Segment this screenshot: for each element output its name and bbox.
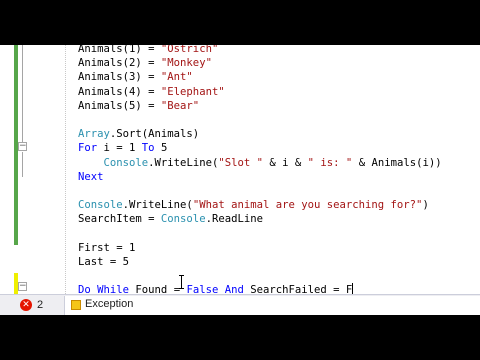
code-token: ) bbox=[422, 199, 429, 212]
collapse-toggle-icon[interactable]: − bbox=[18, 282, 27, 291]
code-token: Animals(4) = bbox=[78, 85, 161, 98]
code-token-kw: And bbox=[224, 284, 244, 294]
code-token: SearchItem = bbox=[78, 213, 161, 226]
outline-line bbox=[22, 45, 23, 147]
editor-gutter: − − bbox=[0, 45, 27, 294]
code-line[interactable]: Animals(3) = "Ant" bbox=[78, 70, 193, 84]
code-token-str: "Ant" bbox=[160, 71, 193, 84]
code-token: Found = bbox=[129, 284, 187, 294]
code-line[interactable]: Console.WriteLine("Slot " & i & " is: " … bbox=[78, 156, 442, 170]
letterbox-bottom bbox=[0, 315, 480, 360]
code-token: Animals(2) = bbox=[78, 57, 161, 70]
code-line[interactable]: First = 1 bbox=[78, 241, 135, 255]
code-line[interactable]: Animals(2) = "Monkey" bbox=[78, 56, 212, 70]
code-line[interactable]: Next bbox=[78, 170, 104, 184]
code-line[interactable]: Console.WriteLine("What animal are you s… bbox=[78, 198, 429, 212]
code-editor[interactable]: − − Animals(1) = "Ostrich" Animals(2) = "… bbox=[0, 45, 480, 294]
code-token-kw: Do bbox=[78, 284, 91, 294]
code-token-kw: For bbox=[78, 142, 98, 155]
code-token-type: Array bbox=[78, 128, 110, 141]
error-count: 2 bbox=[37, 299, 44, 311]
indent-guide bbox=[65, 45, 66, 294]
code-token-str: "Monkey" bbox=[160, 57, 212, 70]
code-token-str: " is: " bbox=[307, 156, 353, 169]
code-line[interactable]: Array.Sort(Animals) bbox=[78, 127, 199, 141]
code-token: Animals(1) = bbox=[78, 45, 161, 55]
code-line[interactable]: Do While Found = False And SearchFailed … bbox=[78, 283, 354, 294]
code-token-str: "Slot " bbox=[218, 156, 263, 169]
code-line[interactable]: Animals(4) = "Elephant" bbox=[78, 85, 225, 99]
collapse-toggle-icon[interactable]: − bbox=[18, 142, 27, 151]
code-token: First = 1 bbox=[78, 241, 136, 254]
outline-line bbox=[22, 152, 23, 177]
code-token-str: "Elephant" bbox=[160, 85, 225, 98]
error-x-icon: ✕ bbox=[20, 299, 32, 311]
code-token: i = 1 bbox=[97, 142, 142, 155]
exception-icon bbox=[71, 300, 81, 310]
code-token: 5 bbox=[154, 142, 168, 155]
code-token-kw: While bbox=[97, 284, 130, 294]
code-token-kw: False bbox=[186, 284, 219, 294]
text-caret bbox=[352, 283, 354, 294]
code-token: .WriteLine( bbox=[122, 199, 193, 212]
exception-tab[interactable]: Exception bbox=[64, 296, 480, 315]
bottom-panel-bar: ✕ 2 Exception bbox=[0, 294, 480, 315]
code-token-kw: To bbox=[141, 142, 155, 155]
code-token: .WriteLine( bbox=[148, 156, 219, 169]
code-line[interactable]: Animals(5) = "Bear" bbox=[78, 99, 199, 113]
code-token: Animals(3) = bbox=[78, 71, 161, 84]
code-token-str: "Ostrich" bbox=[160, 45, 219, 55]
code-line[interactable]: SearchItem = Console.ReadLine bbox=[78, 212, 263, 226]
code-token-type: Console bbox=[103, 156, 149, 169]
code-token-str: "What animal are you searching for?" bbox=[192, 199, 423, 212]
error-indicator[interactable]: ✕ 2 bbox=[20, 297, 64, 313]
code-line[interactable]: Animals(1) = "Ostrich" bbox=[78, 45, 218, 56]
code-token-type: Console bbox=[160, 213, 206, 226]
code-token-str: "Bear" bbox=[160, 99, 200, 112]
code-line[interactable]: For i = 1 To 5 bbox=[78, 141, 167, 155]
code-token: & i & bbox=[263, 156, 308, 169]
code-token: Last = 5 bbox=[78, 256, 130, 268]
exception-tab-label: Exception bbox=[85, 298, 134, 310]
code-token: & Animals(i)) bbox=[352, 156, 442, 169]
mouse-ibeam-cursor bbox=[179, 275, 184, 289]
code-line[interactable]: Last = 5 bbox=[78, 255, 129, 269]
code-token: .Sort(Animals) bbox=[109, 128, 200, 141]
code-token-type: Console bbox=[78, 199, 123, 212]
error-squiggle: Do While Found = False And SearchFailed … bbox=[78, 284, 352, 294]
code-token: .ReadLine bbox=[205, 213, 263, 226]
code-token: SearchFailed = F bbox=[243, 284, 353, 294]
letterbox-top bbox=[0, 0, 480, 45]
code-token-kw: Next bbox=[78, 170, 104, 183]
code-token: Animals(5) = bbox=[78, 99, 161, 112]
